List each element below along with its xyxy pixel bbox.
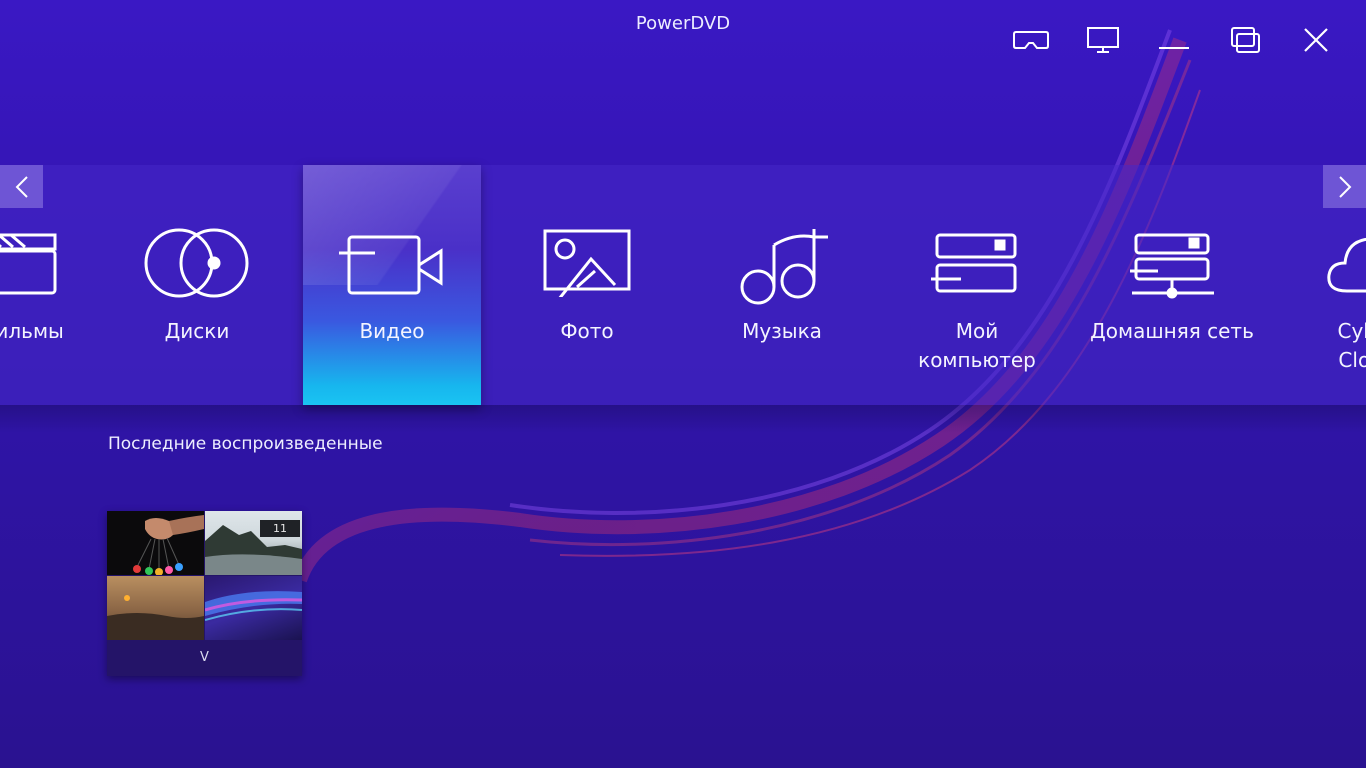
category-photo[interactable]: Фото [498,165,676,405]
discs-icon [144,228,249,298]
category-my-computer[interactable]: Мой компьютер [888,165,1066,405]
scroll-left-button[interactable] [0,165,43,208]
music-notes-icon [740,229,828,305]
recent-section-title: Последние воспроизведенные [108,434,383,454]
scroll-right-button[interactable] [1323,165,1366,208]
category-home-network[interactable]: Домашняя сеть [1083,165,1261,405]
category-label: Видео [359,319,425,343]
cloud-icon [1327,237,1366,293]
category-discs[interactable]: Диски [108,165,286,405]
category-label: Фото [560,319,614,343]
category-music[interactable]: Музыка [693,165,871,405]
restore-icon [1231,27,1260,53]
category-label: Cyber Cloud [1337,319,1366,372]
category-label: Домашняя сеть [1090,319,1254,343]
thumbnail-light [205,576,302,640]
category-label: Музыка [742,319,822,343]
chevron-right-icon [1338,175,1351,198]
restore-button[interactable] [1223,20,1267,60]
vr-mode-button[interactable] [1009,20,1053,60]
my-computer-icon [931,233,1017,293]
category-label: Диски [164,319,230,343]
clapperboard-icon [0,233,57,295]
home-network-icon [1130,233,1214,299]
minimize-icon [1159,47,1189,49]
tv-mode-button[interactable] [1081,20,1125,60]
monitor-icon [1087,27,1119,53]
thumbnail-hand [107,511,204,575]
vr-headset-icon [1013,31,1049,49]
minimize-button[interactable] [1152,20,1196,60]
item-count-badge: 11 [260,520,300,537]
category-band-shadow [0,405,1366,433]
chevron-left-icon [15,175,28,198]
thumbnail-sunset [107,576,204,640]
close-button[interactable] [1294,20,1338,60]
photo-icon [543,229,631,297]
category-label: Мой компьютер [918,319,1036,372]
video-camera-icon [339,235,443,295]
category-video[interactable]: Видео [303,165,481,405]
close-icon [1304,28,1328,52]
recent-item-label: V [200,650,209,665]
